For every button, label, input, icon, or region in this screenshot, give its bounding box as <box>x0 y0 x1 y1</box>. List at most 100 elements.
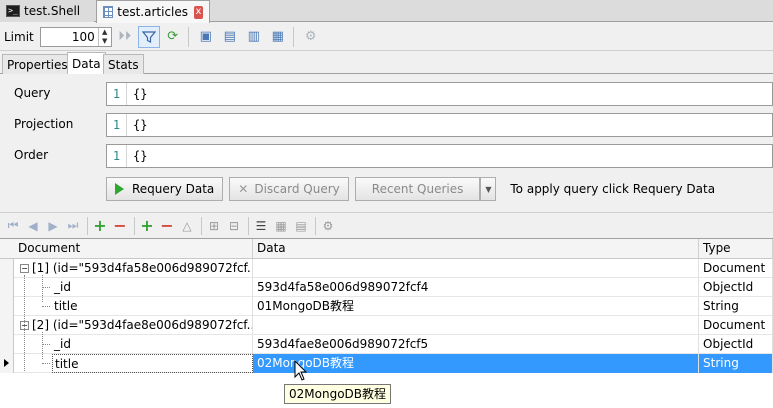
filter-icon[interactable] <box>137 25 160 48</box>
query-buttons: Requery Data ✕ Discard Query Recent Quer… <box>106 177 715 201</box>
tree-line <box>42 275 43 302</box>
tree-line <box>42 306 50 307</box>
text-view-icon[interactable]: ▤ <box>292 216 310 236</box>
projection-label: Projection <box>14 117 74 131</box>
type-cell: String <box>699 297 773 316</box>
order-text: {} <box>133 149 148 163</box>
grid-view-icon[interactable]: ▦ <box>272 216 290 236</box>
data-cell[interactable]: 02MongoDB教程 <box>253 354 699 373</box>
document-cell: − [2] (id="593d4fae8e006d989072fcf... <box>14 316 253 335</box>
fast-forward-icon[interactable]: ⏵⏵ <box>114 26 136 48</box>
chevron-down-icon: ▼ <box>485 184 492 194</box>
tree-line <box>42 287 50 288</box>
add-field-icon[interactable]: + <box>138 216 156 236</box>
tab-test-articles[interactable]: test.articles x <box>96 0 210 23</box>
limit-value: 100 <box>71 29 95 44</box>
last-record-icon[interactable]: ⏭ <box>64 216 82 236</box>
toolbar-separator <box>187 26 189 47</box>
requery-data-button[interactable]: Requery Data <box>106 177 224 201</box>
projection-editor[interactable]: 1 {} <box>106 113 773 137</box>
discard-icon: ✕ <box>238 182 249 196</box>
import-icon[interactable]: ▥ <box>243 26 265 48</box>
shell-icon: >_ <box>6 5 20 17</box>
type-cell: ObjectId <box>699 335 773 354</box>
close-icon[interactable]: x <box>194 5 203 19</box>
data-cell[interactable]: 593d4fa58e006d989072fcf4 <box>253 278 699 297</box>
first-record-icon[interactable]: ⏮ <box>4 216 22 236</box>
copy-icon[interactable]: ▣ <box>195 26 217 48</box>
query-text: {} <box>133 87 148 101</box>
tab-data[interactable]: Data <box>67 52 106 74</box>
export-icon[interactable]: ▤ <box>219 26 241 48</box>
query-editor[interactable]: 1 {} <box>106 82 773 106</box>
document-cell: title <box>52 354 253 373</box>
recent-queries-dropdown[interactable]: ▼ <box>480 177 497 201</box>
query-hint: To apply query click Requery Data <box>510 182 716 196</box>
requery-label: Requery Data <box>132 182 215 196</box>
discard-label: Discard Query <box>254 182 340 196</box>
order-label: Order <box>14 148 49 162</box>
column-header-data[interactable]: Data <box>253 239 699 259</box>
tree-view-icon[interactable]: ☰ <box>252 216 270 236</box>
query-row: Query 1 {} <box>0 82 773 108</box>
add-icon[interactable]: + <box>91 216 109 236</box>
row-indicator <box>0 316 14 335</box>
line-number: 1 <box>107 114 127 136</box>
document-label: [1] (id="593d4fa58e006d989072fcf... <box>32 261 253 275</box>
collapse-icon[interactable]: ⊟ <box>225 216 243 236</box>
row-indicator <box>0 297 14 316</box>
type-cell: Document <box>699 316 773 335</box>
main-toolbar: Limit 100 ▲ ▼ ⏵⏵ ⟳ ▣ ▤ ▥ ▦ ⚙ <box>0 23 773 51</box>
limit-spinner[interactable]: ▲ ▼ <box>97 27 111 46</box>
data-cell[interactable] <box>253 316 699 335</box>
tab-label: test.articles <box>117 5 189 19</box>
current-row-icon <box>4 359 9 367</box>
limit-input[interactable]: 100 ▲ ▼ <box>39 26 112 47</box>
discard-query-button[interactable]: ✕ Discard Query <box>229 177 349 201</box>
query-label: Query <box>14 86 51 100</box>
table-row[interactable]: _id 593d4fa58e006d989072fcf4 ObjectId <box>0 278 773 297</box>
grid-separator <box>87 216 88 235</box>
view-tabs: Properties Data Stats <box>0 52 773 74</box>
column-header-type[interactable]: Type <box>699 239 773 259</box>
refresh-icon[interactable]: ⟳ <box>162 26 184 48</box>
save-icon[interactable]: ▦ <box>267 26 289 48</box>
gear-icon[interactable]: ⚙ <box>319 216 337 236</box>
data-cell[interactable] <box>253 259 699 278</box>
collapse-toggle-icon[interactable]: − <box>20 264 29 273</box>
limit-label: Limit <box>4 29 34 44</box>
data-cell[interactable]: 01MongoDB教程 <box>253 297 699 316</box>
cell-tooltip: 02MongoDB教程 <box>284 384 392 404</box>
table-row[interactable]: − [2] (id="593d4fae8e006d989072fcf... Doc… <box>0 316 773 335</box>
recent-queries-button[interactable]: Recent Queries <box>354 177 481 201</box>
grid-separator <box>315 216 316 235</box>
next-record-icon[interactable]: ▶ <box>44 216 62 236</box>
grid-separator <box>248 216 249 235</box>
line-number: 1 <box>107 145 127 167</box>
type-cell: ObjectId <box>699 278 773 297</box>
edit-field-icon[interactable]: △ <box>178 216 196 236</box>
prev-record-icon[interactable]: ◀ <box>24 216 42 236</box>
column-header-document[interactable]: Document <box>14 239 253 259</box>
data-grid: Document Data Type − [1] (id="593d4fa58e0… <box>0 238 773 408</box>
tab-stats[interactable]: Stats <box>103 54 144 74</box>
tab-test-shell[interactable]: >_ test.Shell <box>0 0 94 22</box>
table-row[interactable]: − [1] (id="593d4fa58e006d989072fcf... Doc… <box>0 259 773 278</box>
remove-field-icon[interactable]: − <box>158 216 176 236</box>
projection-text: {} <box>133 118 148 132</box>
tree-line <box>42 363 50 364</box>
projection-row: Projection 1 {} <box>0 113 773 139</box>
expand-icon[interactable]: ⊞ <box>205 216 223 236</box>
remove-icon[interactable]: − <box>111 216 129 236</box>
toolbar-separator <box>292 26 294 47</box>
tab-properties[interactable]: Properties <box>2 54 73 74</box>
gear-icon[interactable]: ⚙ <box>300 26 322 48</box>
order-editor[interactable]: 1 {} <box>106 144 773 168</box>
table-row[interactable]: title 01MongoDB教程 String <box>0 297 773 316</box>
table-row-selected[interactable]: title 02MongoDB教程 String <box>0 354 773 373</box>
table-row[interactable]: _id 593d4fae8e006d989072fcf5 ObjectId <box>0 335 773 354</box>
data-cell[interactable]: 593d4fae8e006d989072fcf5 <box>253 335 699 354</box>
document-cell: − [1] (id="593d4fa58e006d989072fcf... <box>14 259 253 278</box>
tab-label: test.Shell <box>24 4 81 18</box>
grid-separator <box>134 216 135 235</box>
